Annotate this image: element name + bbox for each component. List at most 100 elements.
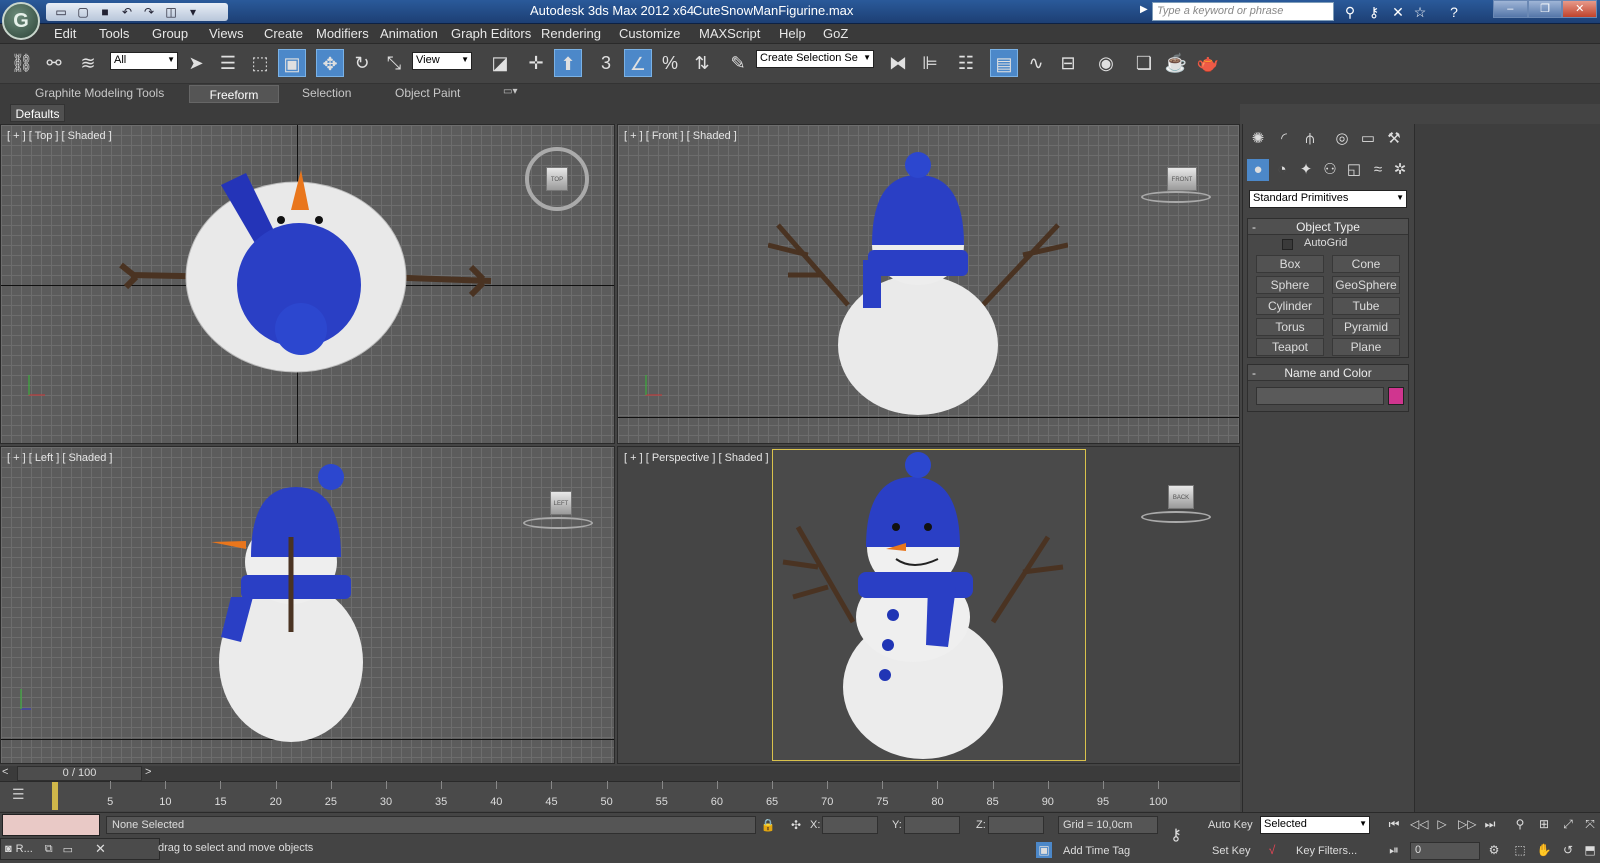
taskbar-maximize-icon[interactable]: ▭ (63, 843, 73, 856)
go-to-end-icon[interactable]: ⏭ (1482, 816, 1498, 832)
systems-icon[interactable]: ✲ (1389, 159, 1411, 181)
viewport-perspective-label[interactable]: [ + ] [ Perspective ] [ Shaded ] (624, 452, 769, 464)
menu-group[interactable]: Group (152, 26, 188, 41)
time-configuration-icon[interactable]: ⚙ (1486, 842, 1502, 858)
cylinder-button[interactable]: Cylinder (1256, 297, 1324, 315)
geometry-icon[interactable]: ● (1247, 159, 1269, 181)
menu-views[interactable]: Views (209, 26, 243, 41)
orbit-icon[interactable]: ↺ (1560, 842, 1576, 858)
z-coordinate-field[interactable] (988, 816, 1044, 834)
taskbar-close-icon[interactable]: ✕ (95, 841, 106, 857)
default-tangents-icon[interactable]: √ (1264, 842, 1280, 858)
viewcube-front[interactable]: FRONT (1167, 167, 1197, 191)
menu-graph-editors[interactable]: Graph Editors (451, 26, 531, 41)
autogrid-checkbox[interactable] (1282, 239, 1293, 250)
key-filters-button[interactable]: Key Filters... (1296, 845, 1357, 857)
set-keys-key-icon[interactable]: ⚷ (1168, 828, 1184, 844)
object-category-dropdown[interactable]: Standard Primitives (1249, 190, 1407, 208)
ribbon-options-icon[interactable]: ▭▾ (503, 86, 517, 97)
link-icon[interactable]: ⛓ (8, 49, 36, 77)
curve-editor-icon[interactable]: ∿ (1022, 49, 1050, 77)
maximize-viewport-icon[interactable]: ⬒ (1582, 842, 1598, 858)
time-slider-next-icon[interactable]: > (145, 766, 151, 778)
schematic-view-icon[interactable]: ⊟ (1054, 49, 1082, 77)
undo-icon[interactable]: ↶ (118, 5, 136, 19)
binoculars-icon[interactable]: ⚲ (1340, 2, 1360, 22)
key-mode-toggle-icon[interactable]: ⏯ (1386, 842, 1402, 858)
minimize-button[interactable]: – (1493, 0, 1528, 18)
select-and-scale-icon[interactable]: ⤡ (380, 49, 408, 77)
viewport-top[interactable]: [ + ] [ Top ] [ Shaded ] TOP (0, 124, 615, 444)
viewcube-ring-persp[interactable] (1141, 511, 1211, 523)
cameras-icon[interactable]: ⚇ (1319, 159, 1341, 181)
edit-named-selection-icon[interactable]: ✎ (724, 49, 752, 77)
render-production-icon[interactable]: 🫖 (1194, 49, 1222, 77)
key-mode-dropdown[interactable]: Selected (1260, 816, 1370, 834)
menu-rendering[interactable]: Rendering (541, 26, 601, 41)
keyboard-shortcut-override-icon[interactable]: ⬆ (554, 49, 582, 77)
redo-icon[interactable]: ↷ (140, 5, 158, 19)
graphite-toggle-icon[interactable]: ▤ (990, 49, 1018, 77)
favorites-star-icon[interactable]: ☆ (1410, 2, 1430, 22)
modify-tab-icon[interactable]: ◜ (1273, 128, 1295, 150)
zoom-extents-icon[interactable]: ⤢ (1560, 816, 1576, 832)
box-button[interactable]: Box (1256, 255, 1324, 273)
add-time-tag-button[interactable]: Add Time Tag (1063, 845, 1130, 857)
time-slider-track[interactable] (0, 766, 1240, 781)
spinner-snap-icon[interactable]: ⇅ (688, 49, 716, 77)
x-coordinate-field[interactable] (822, 816, 878, 834)
tab-freeform[interactable]: Freeform (189, 85, 279, 103)
menu-edit[interactable]: Edit (54, 26, 76, 41)
percent-snap-icon[interactable]: % (656, 49, 684, 77)
hierarchy-tab-icon[interactable]: ⫛ (1299, 128, 1321, 150)
object-color-swatch[interactable] (1388, 387, 1404, 405)
open-file-icon[interactable]: ▢ (74, 5, 92, 19)
viewport-perspective[interactable]: [ + ] [ Perspective ] [ Shaded ] BACK (617, 446, 1240, 764)
window-crossing-icon[interactable]: ▣ (278, 49, 306, 77)
viewport-left-label[interactable]: [ + ] [ Left ] [ Shaded ] (7, 452, 112, 464)
menu-maxscript[interactable]: MAXScript (699, 26, 760, 41)
viewcube-ring[interactable] (1141, 191, 1211, 203)
communication-icon[interactable]: ✕ (1388, 2, 1408, 22)
viewport-front[interactable]: [ + ] [ Front ] [ Shaded ] FRONT (617, 124, 1240, 444)
field-of-view-icon[interactable]: ⬚ (1512, 842, 1528, 858)
zoom-all-icon[interactable]: ⊞ (1536, 816, 1552, 832)
tube-button[interactable]: Tube (1332, 297, 1400, 315)
create-tab-icon[interactable]: ✺ (1247, 128, 1269, 150)
time-slider-prev-icon[interactable]: < (2, 766, 8, 778)
time-slider[interactable]: 0 / 100 (17, 766, 142, 781)
material-editor-icon[interactable]: ◉ (1092, 49, 1120, 77)
current-frame-marker[interactable] (52, 782, 58, 810)
curve-editor-mini-icon[interactable]: ☰ (12, 786, 32, 806)
select-and-move-icon[interactable]: ✥ (316, 49, 344, 77)
select-and-rotate-icon[interactable]: ↻ (348, 49, 376, 77)
select-object-icon[interactable]: ➤ (182, 49, 210, 77)
viewport-left[interactable]: [ + ] [ Left ] [ Shaded ] LEFT (0, 446, 615, 764)
cone-button[interactable]: Cone (1332, 255, 1400, 273)
rollout-name-and-color-header[interactable]: - Name and Color (1248, 365, 1408, 381)
current-frame-field[interactable]: 0 (1410, 842, 1480, 860)
viewport-front-label[interactable]: [ + ] [ Front ] [ Shaded ] (624, 130, 737, 142)
maxscript-listener-mini[interactable] (2, 814, 100, 836)
rollout-object-type-header[interactable]: - Object Type (1248, 219, 1408, 235)
menu-customize[interactable]: Customize (619, 26, 680, 41)
helpers-icon[interactable]: ◱ (1343, 159, 1365, 181)
pyramid-button[interactable]: Pyramid (1332, 318, 1400, 336)
trackbar[interactable] (0, 781, 1240, 811)
teapot-button[interactable]: Teapot (1256, 338, 1324, 356)
space-warps-icon[interactable]: ≈ (1367, 159, 1389, 181)
subscription-icon[interactable]: ⚷ (1364, 2, 1384, 22)
select-by-name-icon[interactable]: ☰ (214, 49, 242, 77)
tab-graphite-modeling-tools[interactable]: Graphite Modeling Tools (35, 86, 164, 100)
align-icon[interactable]: ⊫ (916, 49, 944, 77)
object-name-input[interactable] (1256, 387, 1384, 405)
shapes-icon[interactable]: ◔ (1271, 159, 1293, 181)
menu-goz[interactable]: GoZ (823, 26, 848, 41)
viewport-top-label[interactable]: [ + ] [ Top ] [ Shaded ] (7, 130, 112, 142)
maximize-button[interactable]: ❐ (1527, 0, 1563, 18)
close-button[interactable]: ✕ (1562, 0, 1598, 18)
motion-tab-icon[interactable]: ◎ (1331, 128, 1353, 150)
qat-dropdown-icon[interactable]: ▾ (184, 5, 202, 19)
zoom-icon[interactable]: ⚲ (1512, 816, 1528, 832)
search-expand-icon[interactable]: ▶ (1140, 4, 1148, 15)
